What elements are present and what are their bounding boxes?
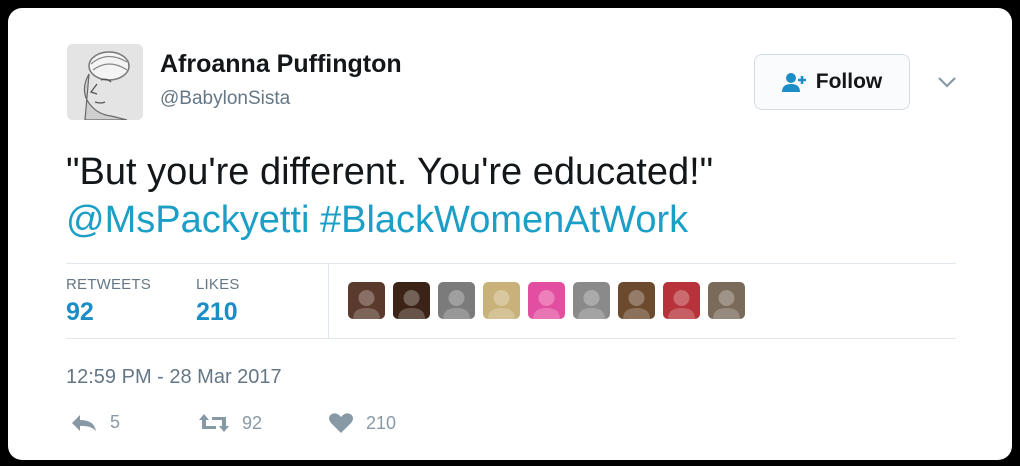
follow-button[interactable]: Follow <box>754 54 910 110</box>
retweet-icon <box>199 414 229 432</box>
stats-divider <box>328 264 329 338</box>
liker-avatar-3[interactable] <box>438 282 475 319</box>
tweet-timestamp[interactable]: 12:59 PM - 28 Mar 2017 <box>66 366 282 389</box>
divider <box>66 338 956 339</box>
liker-avatar-2[interactable] <box>393 282 430 319</box>
retweets-count[interactable]: 92 <box>66 298 94 327</box>
liker-avatar-4[interactable] <box>483 282 520 319</box>
like-count: 210 <box>366 412 397 433</box>
liker-avatar-5[interactable] <box>528 282 565 319</box>
retweet-count: 92 <box>242 412 263 433</box>
retweets-label: RETWEETS <box>66 276 151 293</box>
reply-button[interactable]: 5 <box>70 412 120 433</box>
likes-count[interactable]: 210 <box>196 298 238 327</box>
reply-icon <box>72 414 96 431</box>
liker-avatars <box>348 282 745 319</box>
like-button[interactable]: 210 <box>328 412 396 434</box>
mention-link[interactable]: @MsPackyetti <box>66 199 309 241</box>
liker-avatar-8[interactable] <box>663 282 700 319</box>
likes-label: LIKES <box>196 276 240 293</box>
retweet-button[interactable]: 92 <box>198 412 262 434</box>
liker-avatar-7[interactable] <box>618 282 655 319</box>
author-handle[interactable]: @BabylonSista <box>160 88 290 110</box>
author-name[interactable]: Afroanna Puffington <box>160 50 402 79</box>
liker-avatar-6[interactable] <box>573 282 610 319</box>
author-avatar[interactable] <box>67 44 143 120</box>
tweet-text: "But you're different. You're educated!"… <box>66 148 966 244</box>
hashtag-link[interactable]: #BlackWomenAtWork <box>320 199 688 241</box>
add-user-icon <box>781 73 806 92</box>
tweet-card: Afroanna Puffington @BabylonSista Follow… <box>8 8 1012 460</box>
reply-count: 5 <box>110 412 121 432</box>
liker-avatar-9[interactable] <box>708 282 745 319</box>
liker-avatar-1[interactable] <box>348 282 385 319</box>
heart-icon <box>329 413 353 433</box>
follow-button-label: Follow <box>815 70 883 93</box>
tweet-text-line: "But you're different. You're educated!" <box>66 151 714 193</box>
chevron-down-icon[interactable] <box>936 74 958 90</box>
divider <box>66 263 956 264</box>
